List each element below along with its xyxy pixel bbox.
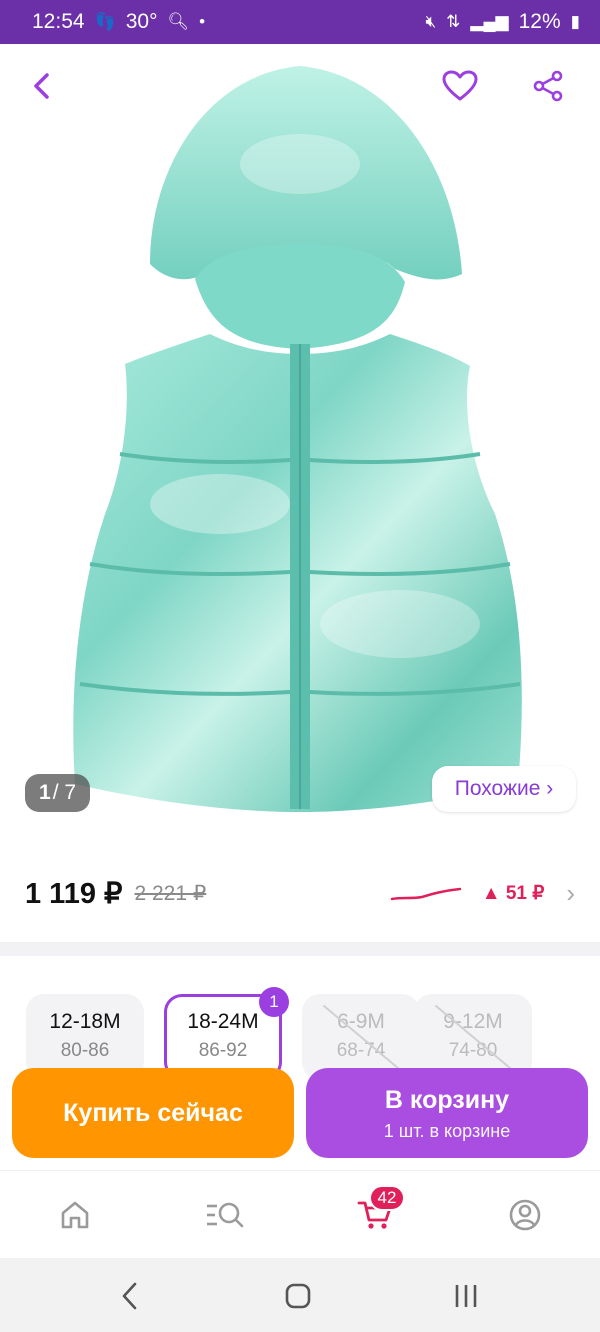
size-label: 12-18M bbox=[49, 1010, 121, 1033]
add-to-cart-button[interactable]: В корзину 1 шт. в корзине bbox=[306, 1068, 588, 1158]
price-history-graph bbox=[390, 887, 461, 901]
size-label: 18-24M bbox=[187, 1010, 259, 1033]
status-bar: 12:54 👣 30° 🔍︎ • 🔇︎ ⇅ ▂▄▆ 12% ▮ bbox=[0, 0, 600, 44]
size-height: 80-86 bbox=[60, 1040, 110, 1061]
nav-catalog[interactable] bbox=[205, 1195, 245, 1235]
system-navigation-bar bbox=[0, 1258, 600, 1332]
add-to-cart-label: В корзину bbox=[384, 1086, 510, 1114]
price-change: ▲ 51 ₽ bbox=[481, 882, 545, 904]
share-icon bbox=[533, 70, 563, 102]
dot-icon: • bbox=[199, 12, 206, 31]
status-battery: 12% bbox=[518, 10, 561, 33]
profile-icon bbox=[509, 1199, 541, 1231]
image-counter-total: / 7 bbox=[52, 781, 77, 804]
in-cart-count-label: 1 шт. в корзине bbox=[383, 1121, 511, 1141]
share-button[interactable] bbox=[524, 62, 572, 110]
nav-cart[interactable]: 42 bbox=[355, 1185, 405, 1235]
product-gallery[interactable]: 1 / 7 Похожие › bbox=[0, 44, 600, 844]
size-cart-count-badge: 1 bbox=[259, 987, 289, 1017]
mute-icon: 🔇︎ bbox=[425, 12, 437, 31]
size-height: 68-74 bbox=[336, 1040, 386, 1061]
data-transfer-icon: ⇅ bbox=[446, 12, 461, 31]
product-image bbox=[73, 66, 522, 812]
search-icon: 🔍︎ bbox=[167, 12, 190, 31]
size-label: 9-12M bbox=[443, 1010, 503, 1033]
favorite-button[interactable] bbox=[436, 62, 484, 110]
back-button[interactable] bbox=[18, 62, 66, 110]
system-home-button[interactable] bbox=[278, 1278, 318, 1314]
bottom-navigation: 42 bbox=[0, 1170, 600, 1258]
size-height: 86-92 bbox=[198, 1040, 248, 1061]
signal-icon: ▂▄▆ bbox=[470, 12, 509, 31]
price-current: 1 119 ₽ bbox=[25, 877, 123, 910]
nav-profile[interactable] bbox=[505, 1195, 545, 1235]
similar-button[interactable]: Похожие › bbox=[432, 766, 576, 812]
system-recents-icon bbox=[455, 1285, 477, 1307]
chevron-left-icon bbox=[34, 73, 49, 99]
catalog-search-icon bbox=[207, 1202, 244, 1228]
battery-icon: ▮ bbox=[570, 12, 580, 31]
system-recents-button[interactable] bbox=[446, 1278, 486, 1314]
system-back-button[interactable] bbox=[110, 1278, 150, 1314]
cart-count-badge: 42 bbox=[369, 1185, 405, 1211]
size-label: 6-9M bbox=[337, 1010, 385, 1033]
nav-home[interactable] bbox=[55, 1195, 95, 1235]
chevron-right-icon: › bbox=[566, 877, 575, 908]
price-card[interactable]: 1 119 ₽ 2 221 ₽ ▲ 51 ₽ › bbox=[0, 844, 600, 942]
buy-now-button[interactable]: Купить сейчас bbox=[12, 1068, 294, 1158]
image-counter: 1 / 7 bbox=[25, 774, 91, 812]
status-time: 12:54 bbox=[32, 10, 85, 33]
status-temperature: 30° bbox=[125, 10, 158, 33]
size-height: 74-80 bbox=[448, 1040, 498, 1061]
section-divider bbox=[0, 942, 600, 956]
home-icon bbox=[61, 1201, 89, 1229]
system-home-icon bbox=[285, 1283, 311, 1309]
steps-icon: 👣 bbox=[94, 12, 116, 31]
price-old: 2 221 ₽ bbox=[134, 881, 207, 905]
image-counter-current: 1 bbox=[39, 781, 51, 804]
system-back-icon bbox=[122, 1282, 137, 1310]
heart-icon bbox=[442, 70, 478, 101]
